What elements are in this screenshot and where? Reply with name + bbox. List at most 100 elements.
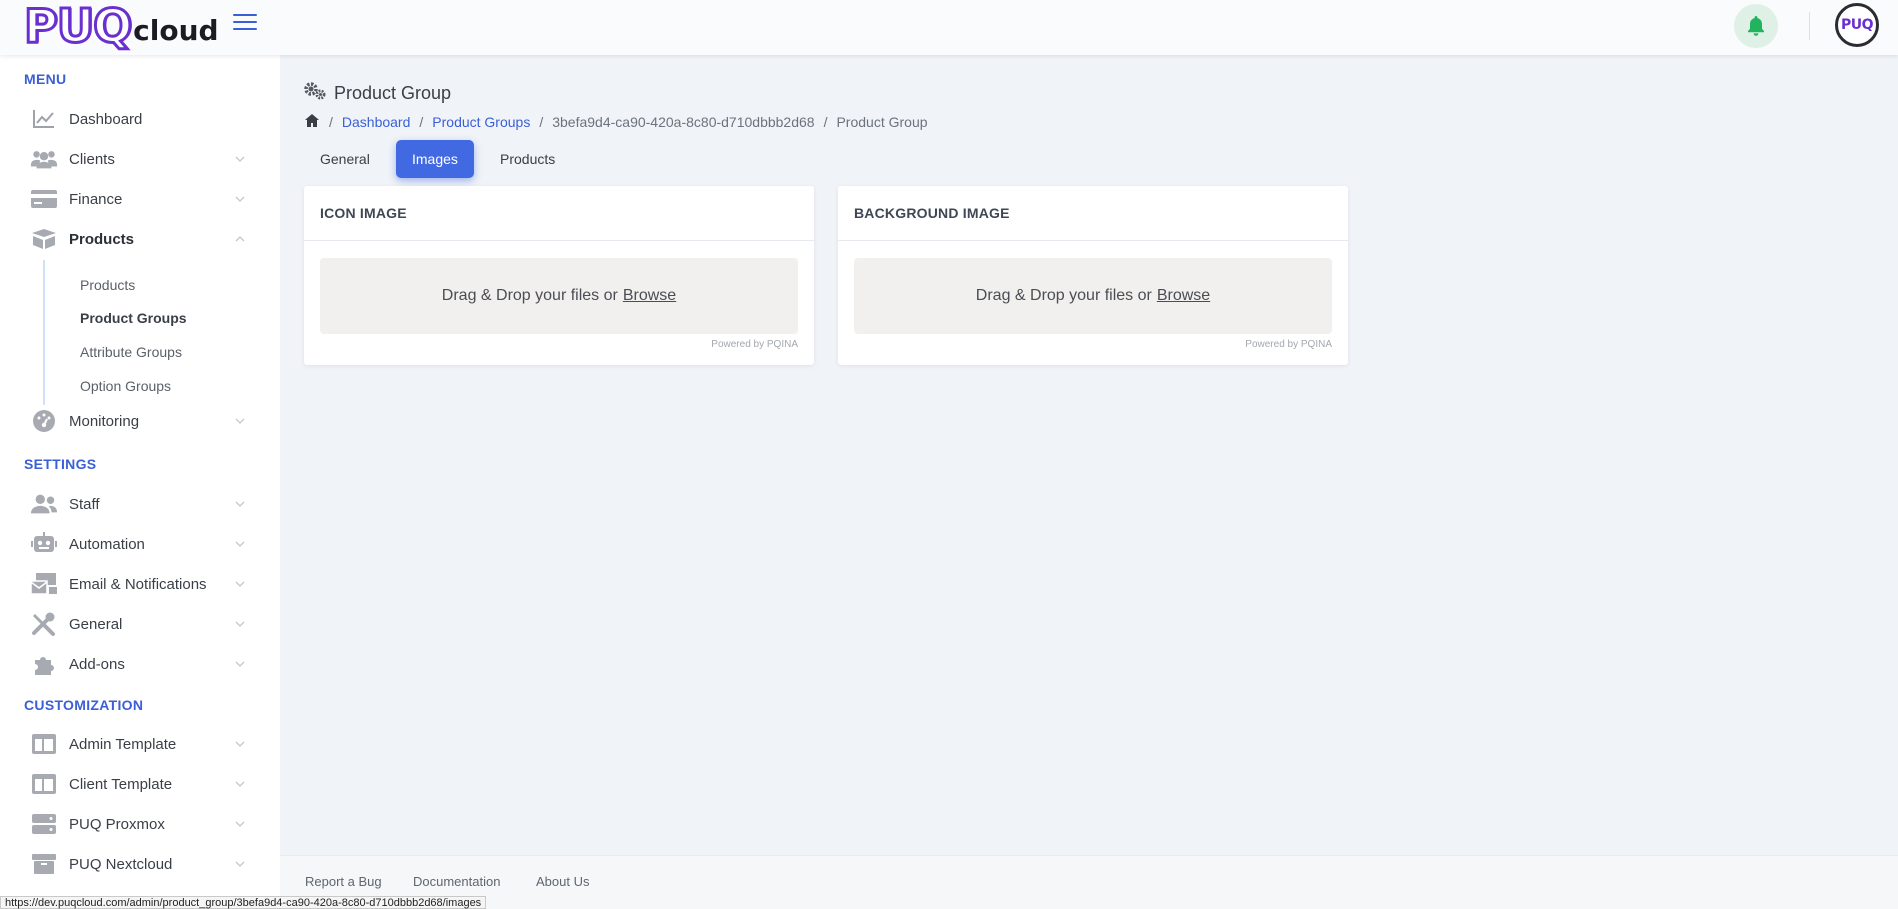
layout-icon: [30, 772, 58, 796]
sidebar-item-label: Client Template: [69, 775, 173, 793]
breadcrumb-separator: /: [419, 114, 424, 130]
chevron-down-icon: [235, 821, 245, 827]
sidebar-item-label: Staff: [69, 495, 100, 513]
robot-icon: [30, 532, 58, 556]
sidebar-item-label: Admin Template: [69, 735, 177, 753]
card-title: ICON IMAGE: [304, 186, 814, 241]
chart-line-icon: [30, 107, 58, 131]
archive-box-icon: [30, 852, 58, 876]
sidebar-item-general[interactable]: General: [30, 608, 250, 640]
sidebar-item-addons[interactable]: Add-ons: [30, 648, 250, 680]
submenu-guide-line: [43, 260, 45, 405]
sidebar-item-monitoring[interactable]: Monitoring: [30, 405, 250, 437]
chevron-down-icon: [235, 621, 245, 627]
breadcrumb-separator: /: [823, 114, 828, 130]
dropzone-text: Drag & Drop your files or: [975, 287, 1152, 304]
footer-report-bug[interactable]: Report a Bug: [305, 874, 382, 889]
powered-by-label[interactable]: Powered by PQINA: [711, 339, 798, 350]
sidebar-item-label: Finance: [69, 190, 123, 208]
icon-image-card: ICON IMAGE Drag & Drop your files or Bro…: [304, 186, 814, 365]
user-group-icon: [30, 492, 58, 516]
footer: Report a Bug Documentation About Us: [280, 855, 1898, 909]
sidebar-subitem-option-groups[interactable]: Option Groups: [80, 378, 171, 394]
background-image-card: BACKGROUND IMAGE Drag & Drop your files …: [838, 186, 1348, 365]
breadcrumb-product-groups[interactable]: Product Groups: [432, 114, 530, 130]
chevron-down-icon: [235, 781, 245, 787]
layout-icon: [30, 732, 58, 756]
chevron-down-icon: [235, 661, 245, 667]
sidebar-item-products[interactable]: Products: [30, 223, 250, 255]
sidebar-item-label: PUQ Proxmox: [69, 815, 165, 833]
page-header: Product Group: [304, 82, 451, 105]
menu-toggle-icon[interactable]: [233, 14, 257, 32]
sidebar-item-label: PUQ Nextcloud: [69, 855, 173, 873]
sidebar-item-clients[interactable]: Clients: [30, 143, 250, 175]
logo-primary: PUQ: [22, 0, 133, 53]
sidebar-subitem-products[interactable]: Products: [80, 277, 135, 293]
sidebar-item-label: Products: [69, 230, 135, 248]
top-bar: PUQ cloud PUQ: [0, 0, 1898, 55]
sidebar-item-finance[interactable]: Finance: [30, 183, 250, 215]
notifications-bell-icon[interactable]: [1734, 4, 1778, 48]
background-image-dropzone[interactable]: Drag & Drop your files or Browse: [854, 258, 1332, 334]
chevron-down-icon: [235, 418, 245, 424]
sidebar: MENU Dashboard Clients Finance Products …: [0, 55, 280, 909]
section-customization: CUSTOMIZATION: [24, 697, 144, 713]
sidebar-item-label: Monitoring: [69, 412, 140, 430]
home-icon[interactable]: [304, 113, 320, 131]
tab-products[interactable]: Products: [484, 140, 571, 178]
chevron-down-icon: [235, 156, 245, 162]
sidebar-item-puq-nextcloud[interactable]: PUQ Nextcloud: [30, 848, 250, 880]
breadcrumb: / Dashboard / Product Groups / 3befa9d4-…: [304, 113, 928, 131]
sidebar-item-label: Clients: [69, 150, 115, 168]
sidebar-item-client-template[interactable]: Client Template: [30, 768, 250, 800]
breadcrumb-separator: /: [329, 114, 333, 130]
gauge-icon: [30, 409, 58, 433]
credit-card-icon: [30, 187, 58, 211]
icon-image-dropzone[interactable]: Drag & Drop your files or Browse: [320, 258, 798, 334]
logo-secondary: cloud: [133, 14, 219, 47]
sidebar-item-dashboard[interactable]: Dashboard: [30, 103, 250, 135]
tab-images[interactable]: Images: [396, 140, 474, 178]
sidebar-item-label: General: [69, 615, 123, 633]
sidebar-item-admin-template[interactable]: Admin Template: [30, 728, 250, 760]
sidebar-item-email-notifications[interactable]: Email & Notifications: [30, 568, 250, 600]
page-title: Product Group: [334, 83, 452, 103]
sidebar-subitem-attribute-groups[interactable]: Attribute Groups: [80, 344, 182, 360]
sidebar-item-label: Dashboard: [69, 110, 143, 128]
sidebar-item-automation[interactable]: Automation: [30, 528, 250, 560]
sidebar-item-label: Automation: [69, 535, 145, 553]
tab-general[interactable]: General: [304, 140, 386, 178]
chevron-down-icon: [235, 861, 245, 867]
chevron-down-icon: [235, 196, 245, 202]
footer-documentation[interactable]: Documentation: [413, 874, 500, 889]
sidebar-item-puq-proxmox[interactable]: PUQ Proxmox: [30, 808, 250, 840]
cogs-icon: [304, 82, 326, 105]
browser-status-url: https://dev.puqcloud.com/admin/product_g…: [0, 896, 487, 909]
breadcrumb-dashboard[interactable]: Dashboard: [342, 114, 411, 130]
chevron-down-icon: [235, 581, 245, 587]
breadcrumb-current: Product Group: [836, 114, 928, 130]
browse-link[interactable]: Browse: [1157, 287, 1210, 305]
puzzle-piece-icon: [30, 652, 58, 676]
section-menu: MENU: [24, 71, 67, 87]
browse-link[interactable]: Browse: [623, 287, 676, 305]
tools-icon: [30, 612, 58, 636]
user-avatar[interactable]: PUQ: [1835, 3, 1879, 47]
sidebar-item-label: Email & Notifications: [69, 575, 207, 593]
chevron-down-icon: [235, 501, 245, 507]
sidebar-item-label: Add-ons: [69, 655, 125, 673]
chevron-down-icon: [235, 541, 245, 547]
breadcrumb-id: 3befa9d4-ca90-420a-8c80-d710dbbb2d68: [552, 114, 815, 130]
header-divider: [1809, 12, 1810, 40]
sidebar-subitem-product-groups[interactable]: Product Groups: [80, 310, 187, 326]
powered-by-label[interactable]: Powered by PQINA: [1245, 339, 1332, 350]
dropzone-text: Drag & Drop your files or: [441, 287, 618, 304]
sidebar-item-staff[interactable]: Staff: [30, 488, 250, 520]
footer-about-us[interactable]: About Us: [536, 874, 589, 889]
breadcrumb-separator: /: [539, 114, 544, 130]
chevron-down-icon: [235, 741, 245, 747]
puqcloud-logo[interactable]: PUQ cloud: [22, 0, 219, 53]
server-icon: [30, 812, 58, 836]
section-settings: SETTINGS: [24, 456, 97, 472]
